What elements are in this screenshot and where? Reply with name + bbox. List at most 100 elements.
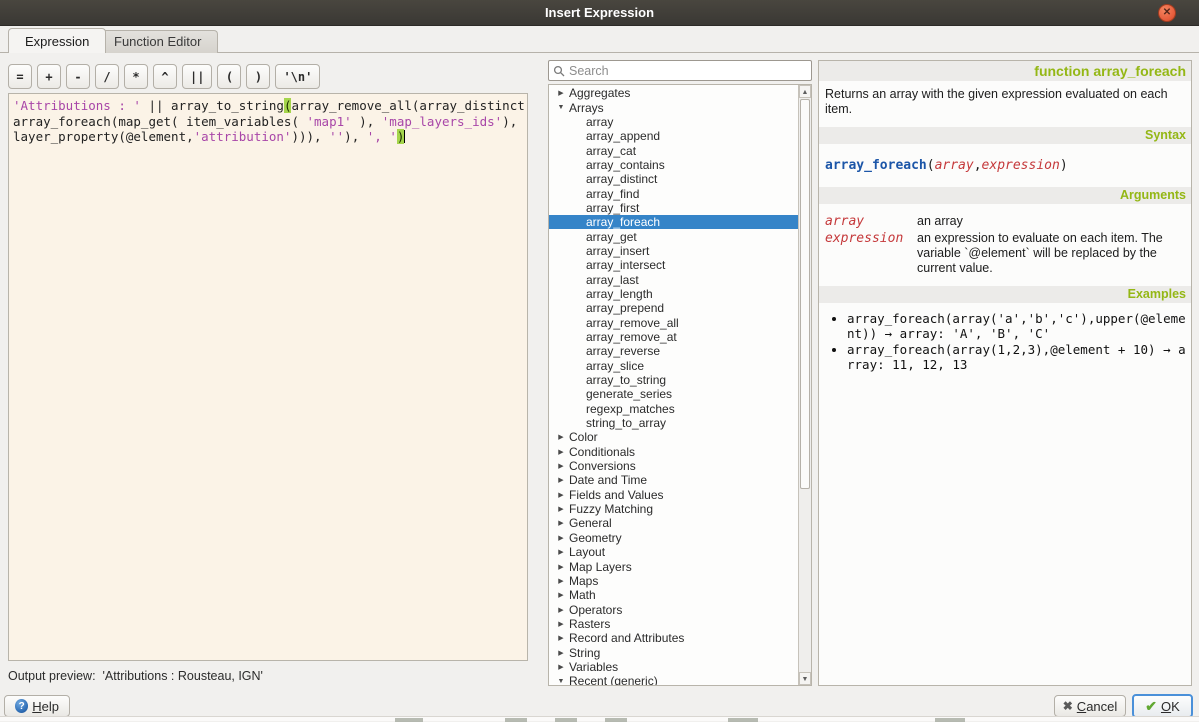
tree-group-conditionals[interactable]: ▶Conditionals: [549, 445, 798, 459]
argument-row: arrayan array: [825, 214, 1185, 229]
tree-item-array-distinct[interactable]: array_distinct: [549, 172, 798, 186]
function-tree-rows: ▶Aggregates▼Arraysarrayarray_appendarray…: [549, 86, 798, 686]
tree-group-record-and-attributes[interactable]: ▶Record and Attributes: [549, 631, 798, 645]
ok-button[interactable]: ✔ OK: [1132, 694, 1193, 718]
tree-item-array-slice[interactable]: array_slice: [549, 359, 798, 373]
tree-group-fields-and-values[interactable]: ▶Fields and Values: [549, 488, 798, 502]
tree-group-map-layers[interactable]: ▶Map Layers: [549, 559, 798, 573]
operator-button[interactable]: /: [95, 64, 119, 89]
scroll-down-icon[interactable]: ▼: [799, 672, 811, 685]
tree-group-fuzzy-matching[interactable]: ▶Fuzzy Matching: [549, 502, 798, 516]
tree-label: Rasters: [569, 617, 610, 631]
tree-group-recent-generic[interactable]: ▼Recent (generic): [549, 674, 798, 686]
tree-item-array-get[interactable]: array_get: [549, 229, 798, 243]
operator-button[interactable]: ^: [153, 64, 177, 89]
tree-group-math[interactable]: ▶Math: [549, 588, 798, 602]
tree-group-maps[interactable]: ▶Maps: [549, 574, 798, 588]
arguments-list: arrayan array expressionan expression to …: [819, 204, 1191, 276]
chevron-right-icon[interactable]: ▶: [555, 519, 567, 527]
tree-group-date-and-time[interactable]: ▶Date and Time: [549, 473, 798, 487]
tree-item-array-last[interactable]: array_last: [549, 272, 798, 286]
chevron-right-icon[interactable]: ▶: [555, 634, 567, 642]
chevron-down-icon[interactable]: ▼: [555, 678, 567, 685]
tree-item-array-prepend[interactable]: array_prepend: [549, 301, 798, 315]
tree-item-array[interactable]: array: [549, 115, 798, 129]
close-icon: ✕: [1163, 8, 1171, 18]
tree-item-regexp-matches[interactable]: regexp_matches: [549, 402, 798, 416]
close-button[interactable]: ✕: [1158, 4, 1176, 22]
scrollbar-thumb[interactable]: [800, 99, 810, 489]
chevron-right-icon[interactable]: ▶: [555, 433, 567, 441]
operator-button[interactable]: -: [66, 64, 90, 89]
tree-label: Geometry: [569, 531, 622, 545]
chevron-right-icon[interactable]: ▶: [555, 448, 567, 456]
chevron-right-icon[interactable]: ▶: [555, 663, 567, 671]
chevron-right-icon[interactable]: ▶: [555, 620, 567, 628]
tree-label: array_remove_at: [586, 330, 677, 344]
tree-item-array-find[interactable]: array_find: [549, 186, 798, 200]
chevron-right-icon[interactable]: ▶: [555, 548, 567, 556]
tree-item-array-length[interactable]: array_length: [549, 287, 798, 301]
tab-function-editor[interactable]: Function Editor: [97, 30, 218, 53]
tree-item-array-remove-at[interactable]: array_remove_at: [549, 330, 798, 344]
tree-item-array-append[interactable]: array_append: [549, 129, 798, 143]
chevron-down-icon[interactable]: ▼: [555, 104, 567, 111]
tree-item-array-reverse[interactable]: array_reverse: [549, 344, 798, 358]
chevron-right-icon[interactable]: ▶: [555, 649, 567, 657]
tree-item-array-foreach[interactable]: array_foreach: [549, 215, 798, 229]
operator-button[interactable]: ): [246, 64, 270, 89]
tree-item-array-insert[interactable]: array_insert: [549, 244, 798, 258]
background-taskbar-strip: [0, 716, 1199, 721]
tree-item-array-first[interactable]: array_first: [549, 201, 798, 215]
chevron-right-icon[interactable]: ▶: [555, 606, 567, 614]
tree-group-rasters[interactable]: ▶Rasters: [549, 617, 798, 631]
tree-item-array-remove-all[interactable]: array_remove_all: [549, 316, 798, 330]
tree-group-string[interactable]: ▶String: [549, 645, 798, 659]
tree-group-variables[interactable]: ▶Variables: [549, 660, 798, 674]
tree-item-array-cat[interactable]: array_cat: [549, 143, 798, 157]
chevron-right-icon[interactable]: ▶: [555, 476, 567, 484]
help-button[interactable]: ? Help: [4, 695, 70, 717]
argument-row: expressionan expression to evaluate on e…: [825, 231, 1185, 276]
operator-button[interactable]: =: [8, 64, 32, 89]
chevron-right-icon[interactable]: ▶: [555, 462, 567, 470]
tree-group-layout[interactable]: ▶Layout: [549, 545, 798, 559]
search-input[interactable]: [569, 64, 807, 78]
scroll-up-icon[interactable]: ▲: [799, 85, 811, 98]
function-tree-scrollbar[interactable]: ▲ ▼: [798, 85, 811, 685]
operator-button[interactable]: '\n': [275, 64, 320, 89]
tree-group-color[interactable]: ▶Color: [549, 430, 798, 444]
search-box[interactable]: [548, 60, 812, 81]
tree-item-string-to-array[interactable]: string_to_array: [549, 416, 798, 430]
cancel-button[interactable]: ✖ Cancel: [1054, 695, 1126, 717]
tree-group-conversions[interactable]: ▶Conversions: [549, 459, 798, 473]
tree-group-arrays[interactable]: ▼Arrays: [549, 100, 798, 114]
tree-item-array-intersect[interactable]: array_intersect: [549, 258, 798, 272]
chevron-right-icon[interactable]: ▶: [555, 577, 567, 585]
background-window-fragment: [605, 718, 627, 722]
titlebar[interactable]: Insert Expression ✕: [0, 0, 1199, 26]
tree-item-array-to-string[interactable]: array_to_string: [549, 373, 798, 387]
operator-button[interactable]: (: [217, 64, 241, 89]
tree-group-operators[interactable]: ▶Operators: [549, 602, 798, 616]
tree-item-array-contains[interactable]: array_contains: [549, 158, 798, 172]
expression-editor[interactable]: 'Attributions : ' || array_to_string(arr…: [8, 93, 528, 661]
chevron-right-icon[interactable]: ▶: [555, 591, 567, 599]
tree-group-geometry[interactable]: ▶Geometry: [549, 531, 798, 545]
tree-label: array_contains: [586, 158, 665, 172]
chevron-right-icon[interactable]: ▶: [555, 534, 567, 542]
operator-button[interactable]: +: [37, 64, 61, 89]
operator-button[interactable]: ||: [182, 64, 212, 89]
tree-group-aggregates[interactable]: ▶Aggregates: [549, 86, 798, 100]
operator-button[interactable]: *: [124, 64, 148, 89]
chevron-right-icon[interactable]: ▶: [555, 89, 567, 97]
tree-label: array_insert: [586, 244, 649, 258]
chevron-right-icon[interactable]: ▶: [555, 491, 567, 499]
tree-item-generate-series[interactable]: generate_series: [549, 387, 798, 401]
tree-label: array_to_string: [586, 373, 666, 387]
chevron-right-icon[interactable]: ▶: [555, 505, 567, 513]
tab-expression[interactable]: Expression: [8, 28, 106, 53]
chevron-right-icon[interactable]: ▶: [555, 563, 567, 571]
tree-group-general[interactable]: ▶General: [549, 516, 798, 530]
tree-label: String: [569, 646, 600, 660]
